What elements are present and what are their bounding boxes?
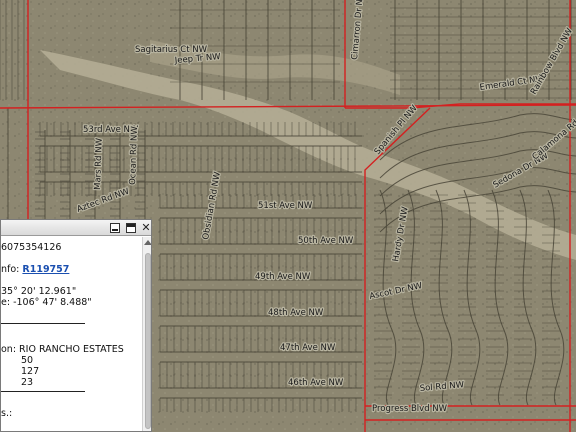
- street-label: 47th Ave NW: [280, 343, 336, 353]
- subdivision: on: RIO RANCHO ESTATES: [1, 344, 124, 355]
- street-label: Progress Blvd NW: [372, 404, 448, 414]
- account-info: nfo: R119757: [1, 264, 69, 275]
- divider: [1, 391, 85, 392]
- parcel-info-popup[interactable]: ✕ 6075354126 nfo: R119757 35° 20' 12.961…: [0, 219, 152, 432]
- popup-body: 6075354126 nfo: R119757 35° 20' 12.961" …: [1, 237, 141, 431]
- latitude: 35° 20' 12.961": [1, 286, 77, 297]
- minimize-icon[interactable]: [110, 223, 120, 233]
- unit-value: 50: [21, 355, 34, 366]
- parcel-id: 6075354126: [1, 242, 62, 253]
- account-link[interactable]: R119757: [22, 264, 69, 275]
- street-label: Mars Rd NW: [93, 137, 105, 190]
- block-value: 127: [21, 366, 40, 377]
- lot-value: 23: [21, 377, 34, 388]
- street-label: 46th Ave NW: [288, 378, 344, 388]
- street-label: Ocean Rd NW: [128, 126, 140, 186]
- scroll-up-icon[interactable]: [144, 240, 151, 245]
- scroll-thumb[interactable]: [145, 253, 151, 429]
- close-icon[interactable]: ✕: [141, 222, 151, 233]
- street-label: 50th Ave NW: [298, 236, 354, 246]
- popup-scrollbar[interactable]: [142, 237, 151, 431]
- notes-label: s.:: [1, 408, 13, 419]
- street-label: 49th Ave NW: [255, 272, 311, 282]
- street-label: 51st Ave NW: [258, 201, 313, 211]
- maximize-icon[interactable]: [126, 223, 136, 233]
- divider: [1, 323, 85, 324]
- account-info-label: nfo:: [1, 264, 23, 275]
- popup-titlebar[interactable]: ✕: [1, 220, 151, 236]
- longitude: e: -106° 47' 8.488": [1, 297, 92, 308]
- street-label: 48th Ave NW: [268, 308, 324, 318]
